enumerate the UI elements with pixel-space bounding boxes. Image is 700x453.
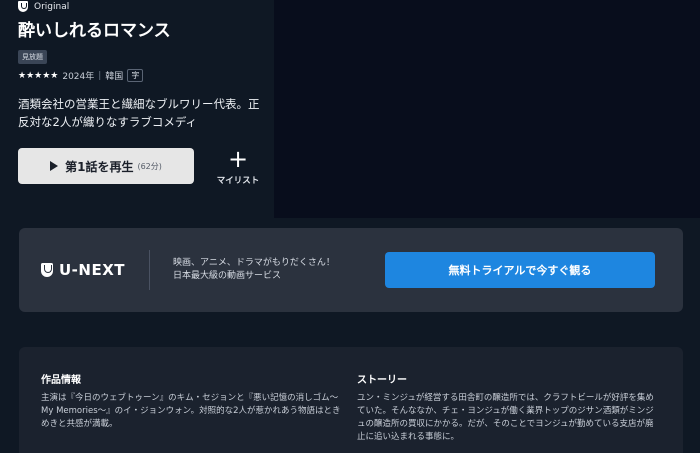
- play-label: 第1話を再生: [65, 159, 134, 174]
- unext-logo: U-NEXT: [41, 261, 125, 279]
- subtitle-badge: 字: [127, 69, 144, 82]
- original-brand-row: Original: [18, 1, 69, 12]
- original-label: Original: [34, 1, 70, 12]
- play-episode-button[interactable]: 第1話を再生 (62分): [18, 148, 194, 184]
- free-trial-button[interactable]: 無料トライアルで今すぐ観る: [385, 252, 655, 288]
- promo-copy-line1: 映画、アニメ、ドラマがもりだくさん！: [173, 258, 335, 268]
- description: 酒類会社の営業王と繊細なブルワリー代表。正反対な2人が織りなすラブコメディ: [18, 97, 260, 129]
- plus-icon: +: [227, 145, 249, 173]
- story-column: ストーリー ユン・ミンジュが経営する田舎町の醸造所では、クラフトビールが好評を集…: [357, 371, 659, 444]
- meta-divider: |: [98, 70, 102, 81]
- info-section: 作品情報 主演は『今日のウェブトゥーン』のキム・セジョンと『悪い記憶の消しゴム〜…: [19, 347, 683, 453]
- work-info-column: 作品情報 主演は『今日のウェブトゥーン』のキム・セジョンと『悪い記憶の消しゴム〜…: [41, 371, 341, 431]
- mylist-button[interactable]: + マイリスト: [212, 145, 264, 188]
- rating-stars-icon: ★★★★★: [18, 70, 59, 81]
- work-info-text: 主演は『今日のウェブトゥーン』のキム・セジョンと『悪い記憶の消しゴム〜My Me…: [41, 393, 341, 429]
- unext-promo-banner: U-NEXT 映画、アニメ、ドラマがもりだくさん！ 日本最大級の動画サービス 無…: [19, 228, 683, 312]
- play-duration: (62分): [137, 161, 162, 171]
- play-icon: [50, 161, 59, 171]
- promo-copy-line2: 日本最大級の動画サービス: [173, 271, 282, 281]
- mylist-label: マイリスト: [216, 176, 260, 186]
- country: 韓国: [105, 72, 124, 82]
- meta-row: ★★★★★ 2024年 | 韓国 字: [18, 69, 144, 82]
- unext-logo-text: U-NEXT: [59, 261, 126, 279]
- story-text: ユン・ミンジュが経営する田舎町の醸造所では、クラフトビールが好評を集めていた。そ…: [357, 393, 654, 442]
- promo-copy: 映画、アニメ、ドラマがもりだくさん！ 日本最大級の動画サービス: [173, 257, 335, 283]
- unext-logo-icon: [41, 263, 53, 277]
- hero-video-area[interactable]: [274, 0, 700, 218]
- work-info-heading: 作品情報: [41, 375, 81, 386]
- story-heading: ストーリー: [357, 375, 407, 386]
- promo-divider: [149, 250, 150, 290]
- mihoudai-badge: 見放題: [18, 50, 47, 64]
- release-year: 2024年: [62, 72, 95, 82]
- unext-shield-icon: [18, 1, 28, 12]
- page-title: 酔いしれるロマンス: [18, 21, 171, 41]
